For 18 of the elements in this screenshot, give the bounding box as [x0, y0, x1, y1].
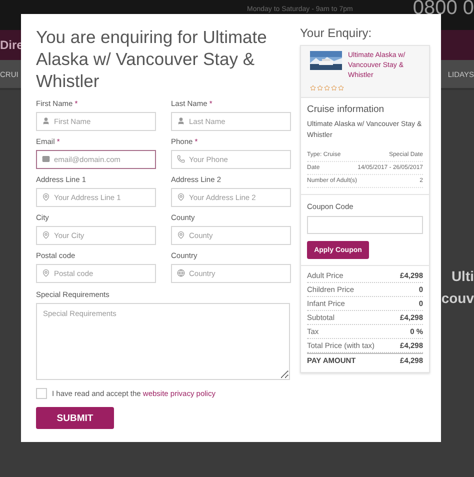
user-icon [177, 117, 185, 125]
phone-icon [177, 155, 185, 163]
dialog-title: You are enquiring for Ultimate Alaska w/ Vancouver Stay & Whistler [36, 26, 268, 92]
globe-icon [177, 269, 185, 277]
user-icon [42, 117, 50, 125]
checkbox[interactable] [36, 388, 47, 399]
map-pin-icon [42, 193, 50, 201]
phone-number: 0800 0 [412, 0, 474, 20]
page-heading: Ulti [451, 267, 474, 286]
coupon-field[interactable] [307, 216, 423, 234]
section-heading: Cruise information [307, 104, 386, 115]
map-pin-icon [42, 231, 50, 239]
map-pin-icon [177, 193, 185, 201]
enquiry-heading: Your Enquiry: [300, 26, 373, 40]
page-heading: couv [441, 289, 474, 308]
map-pin-icon [177, 231, 185, 239]
submit-button[interactable]: SUBMIT [36, 407, 114, 429]
map-pin-icon [42, 269, 50, 277]
